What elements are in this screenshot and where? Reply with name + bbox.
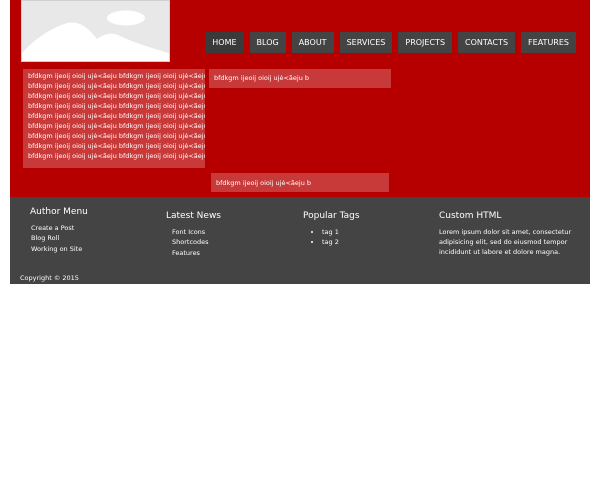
footer-heading: Custom HTML <box>439 211 502 221</box>
footer-popular-tags: Popular Tags tag 1 tag 2 <box>303 211 360 248</box>
custom-html-text: Lorem ipsum dolor sit amet, consectetur … <box>439 228 572 256</box>
logo[interactable] <box>21 0 170 62</box>
nav-item-services[interactable]: SERVICES <box>339 32 393 53</box>
footer: Author Menu Create a Post Blog Roll Work… <box>10 197 590 284</box>
content-panel-left: bfdkgm ijeoij oioij ujė<ãeju bfdkgm ijeo… <box>23 69 205 168</box>
nav-item-about[interactable]: ABOUT <box>291 32 334 53</box>
nav-item-home[interactable]: HOME <box>205 32 244 53</box>
latest-news-list: Font Icons Shortcodes Features <box>166 227 221 258</box>
footer-custom-html: Custom HTML Lorem ipsum dolor sit amet, … <box>439 211 579 257</box>
text-line: bfdkgm ijeoij oioij ujė<ãeju bfdkgm ijeo… <box>28 102 205 110</box>
nav-item-blog[interactable]: BLOG <box>249 32 286 53</box>
text-line: bfdkgm ijeoij oioij ujė<ãeju bfdkgm ijeo… <box>28 72 205 80</box>
text-line: bfdkgm ijeoij oioij ujė<ãeju bfdkgm ijeo… <box>28 82 205 90</box>
text-line: bfdkgm ijeoij oioij ujė<ãeju bfdkgm ijeo… <box>28 112 205 120</box>
content-panel-mid: bfdkgm ijeoij oioij ujė<ãeju b <box>209 69 391 88</box>
header: HOME BLOG ABOUT SERVICES PROJECTS CONTAC… <box>10 0 590 197</box>
copyright: Copyright © 2015 <box>20 274 79 282</box>
text-line: bfdkgm ijeoij oioij ujė<ãeju bfdkgm ijeo… <box>28 132 205 140</box>
text-line: bfdkgm ijeoij oioij ujė<ãeju bfdkgm ijeo… <box>28 152 205 160</box>
author-menu-list: Create a Post Blog Roll Working on Site <box>30 223 88 254</box>
footer-heading: Popular Tags <box>303 211 360 221</box>
footer-link-working-on-site[interactable]: Working on Site <box>31 245 82 253</box>
nav-item-contacts[interactable]: CONTACTS <box>458 32 516 53</box>
footer-heading: Latest News <box>166 211 221 221</box>
popular-tags-list: tag 1 tag 2 <box>303 227 360 248</box>
page: HOME BLOG ABOUT SERVICES PROJECTS CONTAC… <box>10 0 590 284</box>
main-nav: HOME BLOG ABOUT SERVICES PROJECTS CONTAC… <box>205 32 576 53</box>
footer-link-font-icons[interactable]: Font Icons <box>172 228 205 236</box>
footer-link-blog-roll[interactable]: Blog Roll <box>31 234 59 242</box>
text-line: bfdkgm ijeoij oioij ujė<ãeju bfdkgm ijeo… <box>28 122 205 130</box>
footer-tag-2[interactable]: tag 2 <box>322 238 339 246</box>
footer-link-create-post[interactable]: Create a Post <box>31 224 74 232</box>
text-line: bfdkgm ijeoij oioij ujė<ãeju bfdkgm ijeo… <box>28 142 205 150</box>
footer-link-shortcodes[interactable]: Shortcodes <box>172 238 209 246</box>
image-placeholder-icon <box>22 1 169 61</box>
nav-item-features[interactable]: FEATURES <box>521 32 576 53</box>
content-panel-bottom: bfdkgm ijeoij oioij ujė<ãeju b <box>211 173 389 192</box>
footer-latest-news: Latest News Font Icons Shortcodes Featur… <box>166 211 221 258</box>
footer-tag-1[interactable]: tag 1 <box>322 228 339 236</box>
footer-heading: Author Menu <box>30 207 88 217</box>
nav-item-projects[interactable]: PROJECTS <box>398 32 453 53</box>
text-line: bfdkgm ijeoij oioij ujė<ãeju bfdkgm ijeo… <box>28 92 205 100</box>
footer-author-menu: Author Menu Create a Post Blog Roll Work… <box>30 207 88 254</box>
footer-link-features[interactable]: Features <box>172 249 200 257</box>
